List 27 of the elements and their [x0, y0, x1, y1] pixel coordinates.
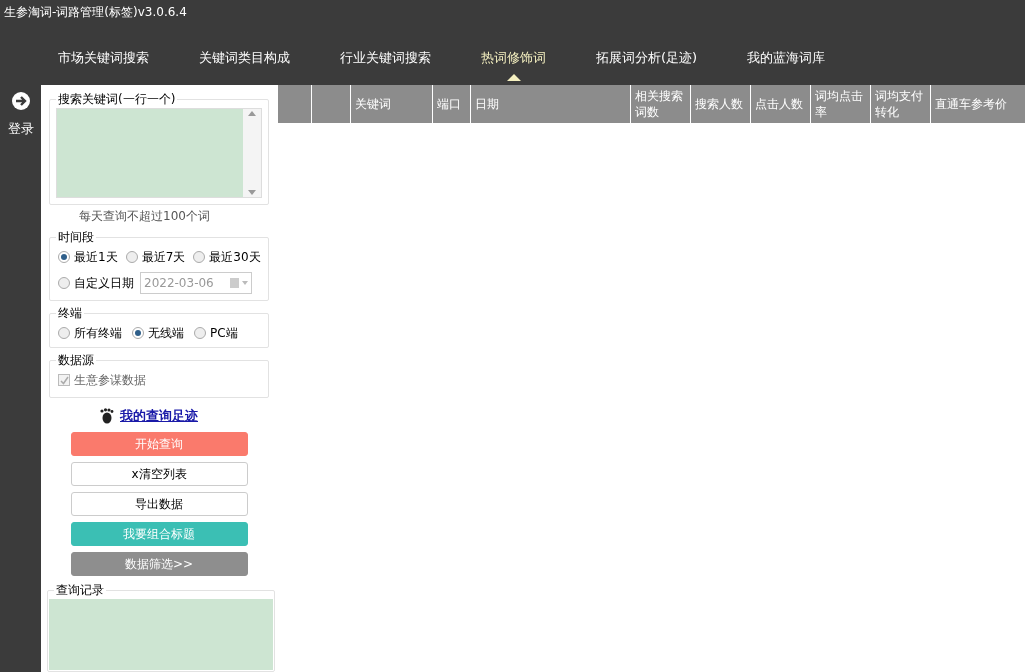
- radio-option[interactable]: 无线端: [132, 324, 184, 342]
- nav-tab[interactable]: 关键词类目构成: [199, 47, 290, 81]
- radio-option[interactable]: 所有终端: [58, 324, 122, 342]
- radio-option[interactable]: 最近7天: [125, 248, 186, 266]
- action-button[interactable]: x清空列表: [70, 461, 248, 486]
- action-button[interactable]: 导出数据: [70, 491, 248, 516]
- checkmark-icon: [59, 375, 69, 385]
- group-legend: 搜索关键词(一行一个): [56, 91, 178, 107]
- login-button[interactable]: 登录: [7, 119, 34, 139]
- footprint-icon: [100, 407, 114, 424]
- radio-option[interactable]: 最近1天: [58, 248, 118, 266]
- group-legend: 终端: [56, 305, 84, 321]
- hint-text: 每天查询不超过100个词: [78, 208, 211, 225]
- history-link[interactable]: 我的查询足迹: [120, 406, 198, 426]
- radio-option[interactable]: 最近30天: [193, 248, 261, 266]
- radio-option[interactable]: 自定义日期: [58, 274, 134, 292]
- nav-tab[interactable]: 我的蓝海词库: [747, 47, 826, 81]
- group-legend: 数据源: [56, 352, 96, 368]
- group-legend: 时间段: [56, 229, 96, 245]
- nav-tab[interactable]: 行业关键词搜索: [340, 47, 431, 81]
- window-title: 生参淘词-词路管理(标签)v3.0.6.4: [4, 4, 187, 21]
- group-legend: 查询记录: [54, 581, 106, 598]
- scroll-down-icon[interactable]: [248, 190, 256, 195]
- nav-tab[interactable]: 拓展词分析(足迹): [596, 47, 698, 81]
- nav-tab[interactable]: 市场关键词搜索: [58, 47, 149, 81]
- radio-option[interactable]: PC端: [194, 324, 238, 342]
- scroll-up-icon[interactable]: [248, 111, 256, 116]
